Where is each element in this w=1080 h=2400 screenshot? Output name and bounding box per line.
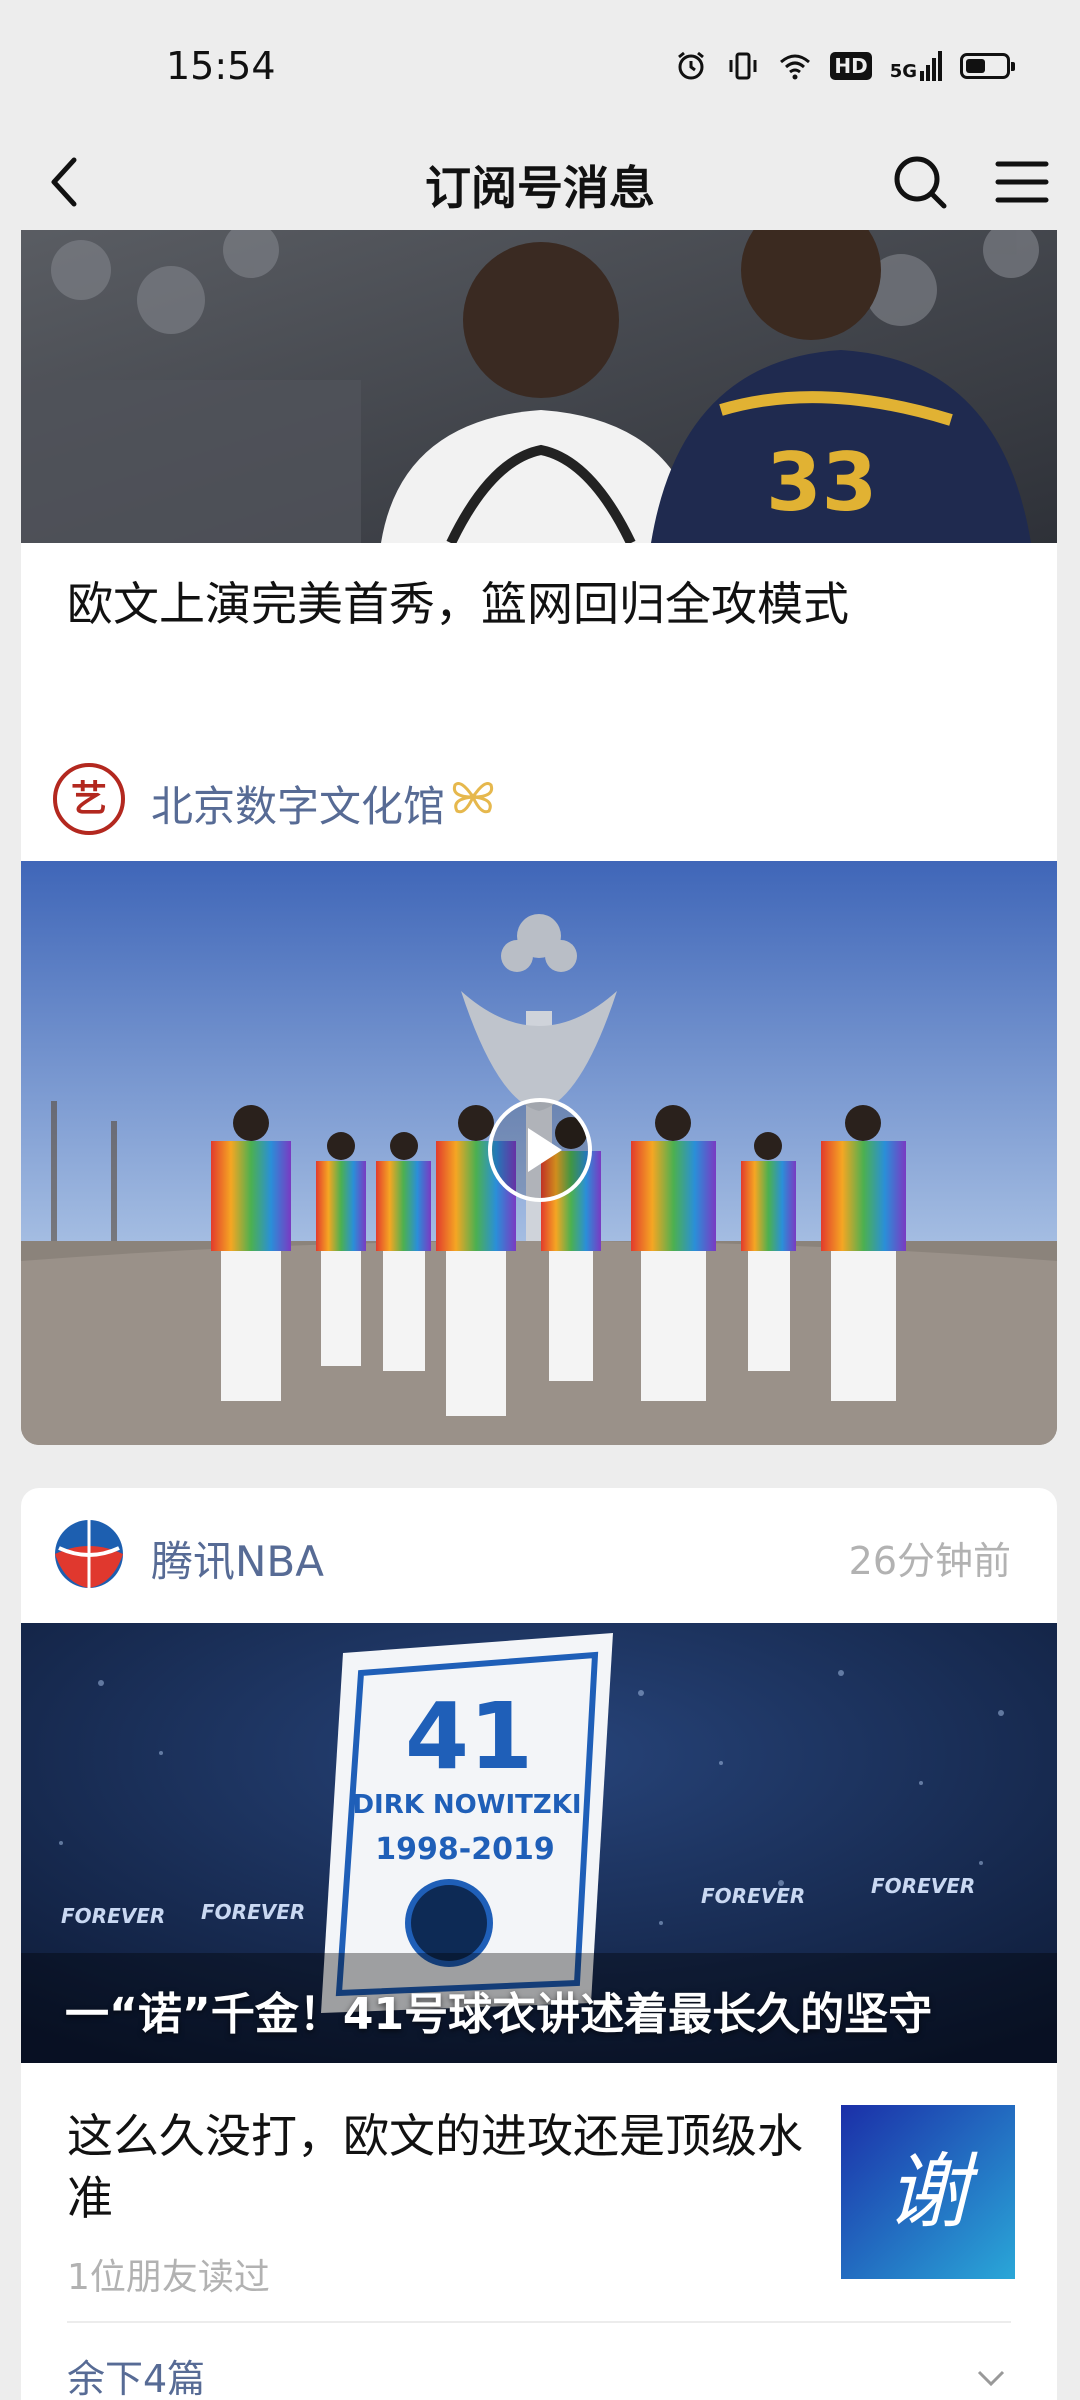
- message-feed[interactable]: 33 欧文上演完美首秀，篮网回归全攻模式 艺 北京数字文化馆 腾讯NBA 26分…: [0, 230, 1080, 2400]
- jersey-name: DIRK NOWITZKI: [352, 1790, 581, 1820]
- thumbnail-char: 谢: [887, 2145, 979, 2240]
- battery-icon: [960, 53, 1015, 79]
- publish-time: 26分钟前: [848, 1539, 1011, 1583]
- battery-fill: [966, 59, 985, 73]
- search-icon[interactable]: [880, 142, 960, 222]
- video-cover[interactable]: [21, 861, 1057, 1445]
- source-name[interactable]: 北京数字文化馆: [151, 773, 445, 834]
- status-bar: 15:54 HD 5G: [0, 0, 1080, 130]
- chevron-down-icon[interactable]: [971, 2358, 1011, 2398]
- status-time: 15:54: [166, 44, 276, 88]
- divider: [67, 2321, 1011, 2323]
- nav-bar: 订阅号消息: [0, 130, 1080, 230]
- logo-text: 艺: [71, 779, 107, 820]
- jersey-number: 41: [405, 1683, 533, 1790]
- play-icon[interactable]: [486, 1096, 594, 1204]
- article-cover-image[interactable]: FOREVER FOREVER FOREVER FOREVER 41 DIRK …: [21, 1623, 1057, 2063]
- banner-forever-3: FOREVER: [701, 1884, 805, 1908]
- status-icons: HD 5G: [674, 46, 1015, 86]
- banner-forever-4: FOREVER: [871, 1874, 975, 1898]
- beijing-culture-logo[interactable]: 艺: [53, 763, 125, 835]
- image-caption: 一“诺”千金！41号球衣讲述着最长久的坚守: [65, 1989, 933, 2040]
- menu-icon[interactable]: [982, 142, 1062, 222]
- alarm-icon: [678, 51, 705, 80]
- subscription-card[interactable]: 艺 北京数字文化馆: [21, 733, 1057, 1445]
- wifi-icon: [780, 54, 811, 80]
- verified-butterfly-icon: [452, 782, 494, 814]
- article-title[interactable]: 这么久没打，欧文的进攻还是顶级水准: [67, 2105, 827, 2229]
- svg-text:33: 33: [766, 436, 877, 529]
- vibrate-icon: [729, 52, 757, 80]
- banner-forever-2: FOREVER: [201, 1900, 305, 1924]
- article-thumbnail[interactable]: 谢: [841, 2105, 1015, 2279]
- signal-5g-icon: 5G: [890, 51, 942, 81]
- read-by-friends: 1位朋友读过: [67, 2257, 270, 2298]
- article-cover-image[interactable]: 33: [21, 230, 1057, 543]
- signal-bars-icon: [920, 51, 942, 81]
- network-type: 5G: [889, 61, 917, 82]
- source-row[interactable]: 艺 北京数字文化馆: [21, 733, 1057, 861]
- subscription-card[interactable]: 腾讯NBA 26分钟前 FOREVER FOREVER FOREVER FORE…: [21, 1488, 1057, 2400]
- source-row[interactable]: 腾讯NBA 26分钟前: [21, 1488, 1057, 1616]
- jersey-years: 1998-2019: [375, 1832, 554, 1867]
- hd-icon: HD: [830, 52, 872, 80]
- basketball-photo: 33: [21, 230, 1057, 543]
- banner-forever-1: FOREVER: [61, 1904, 165, 1928]
- more-articles-link[interactable]: 余下4篇: [67, 2348, 205, 2400]
- source-name[interactable]: 腾讯NBA: [151, 1528, 324, 1589]
- article-title[interactable]: 欧文上演完美首秀，篮网回归全攻模式: [67, 568, 849, 634]
- tencent-nba-logo[interactable]: [53, 1518, 125, 1590]
- thumbnail-image: 谢: [841, 2105, 1015, 2279]
